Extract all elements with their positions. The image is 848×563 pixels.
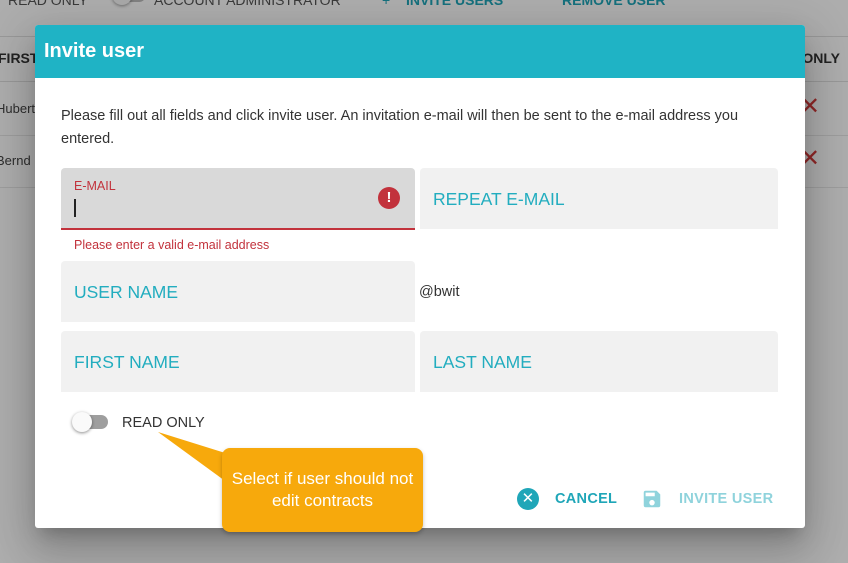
last-name-field-label: LAST NAME xyxy=(433,352,532,372)
read-only-toggle[interactable] xyxy=(72,412,108,432)
first-name-field[interactable]: FIRST NAME xyxy=(61,331,415,392)
dialog-intro-text: Please fill out all fields and click inv… xyxy=(61,108,739,147)
user-name-field-label: USER NAME xyxy=(74,282,179,302)
error-icon: ! xyxy=(378,187,400,209)
email-field[interactable]: E-MAIL ! xyxy=(61,168,415,230)
save-icon xyxy=(643,490,661,508)
read-only-label: READ ONLY xyxy=(122,415,205,431)
user-name-suffix: @bwit xyxy=(419,284,460,300)
cancel-button-label: CANCEL xyxy=(555,491,618,507)
email-error-message: Please enter a valid e-mail address xyxy=(74,238,270,252)
cancel-button[interactable]: ✕ CANCEL xyxy=(517,483,617,515)
invite-user-button-label: INVITE USER xyxy=(679,491,774,507)
text-cursor xyxy=(74,199,76,217)
toggle-thumb[interactable] xyxy=(72,412,92,432)
last-name-field[interactable]: LAST NAME xyxy=(420,331,778,392)
user-name-field[interactable]: USER NAME xyxy=(61,261,415,322)
help-tooltip: Select if user should not edit contracts xyxy=(222,448,423,532)
repeat-email-field[interactable]: REPEAT E-MAIL xyxy=(420,168,778,229)
dialog-title: Invite user xyxy=(44,40,145,62)
dialog-header: Invite user xyxy=(35,25,805,78)
repeat-email-field-label: REPEAT E-MAIL xyxy=(433,189,565,209)
cancel-circle-icon: ✕ xyxy=(517,488,539,510)
first-name-field-label: FIRST NAME xyxy=(74,352,180,372)
tooltip-text: Select if user should not edit contracts xyxy=(231,469,414,510)
email-field-label: E-MAIL xyxy=(74,179,116,193)
invite-user-button[interactable]: INVITE USER xyxy=(641,483,773,515)
